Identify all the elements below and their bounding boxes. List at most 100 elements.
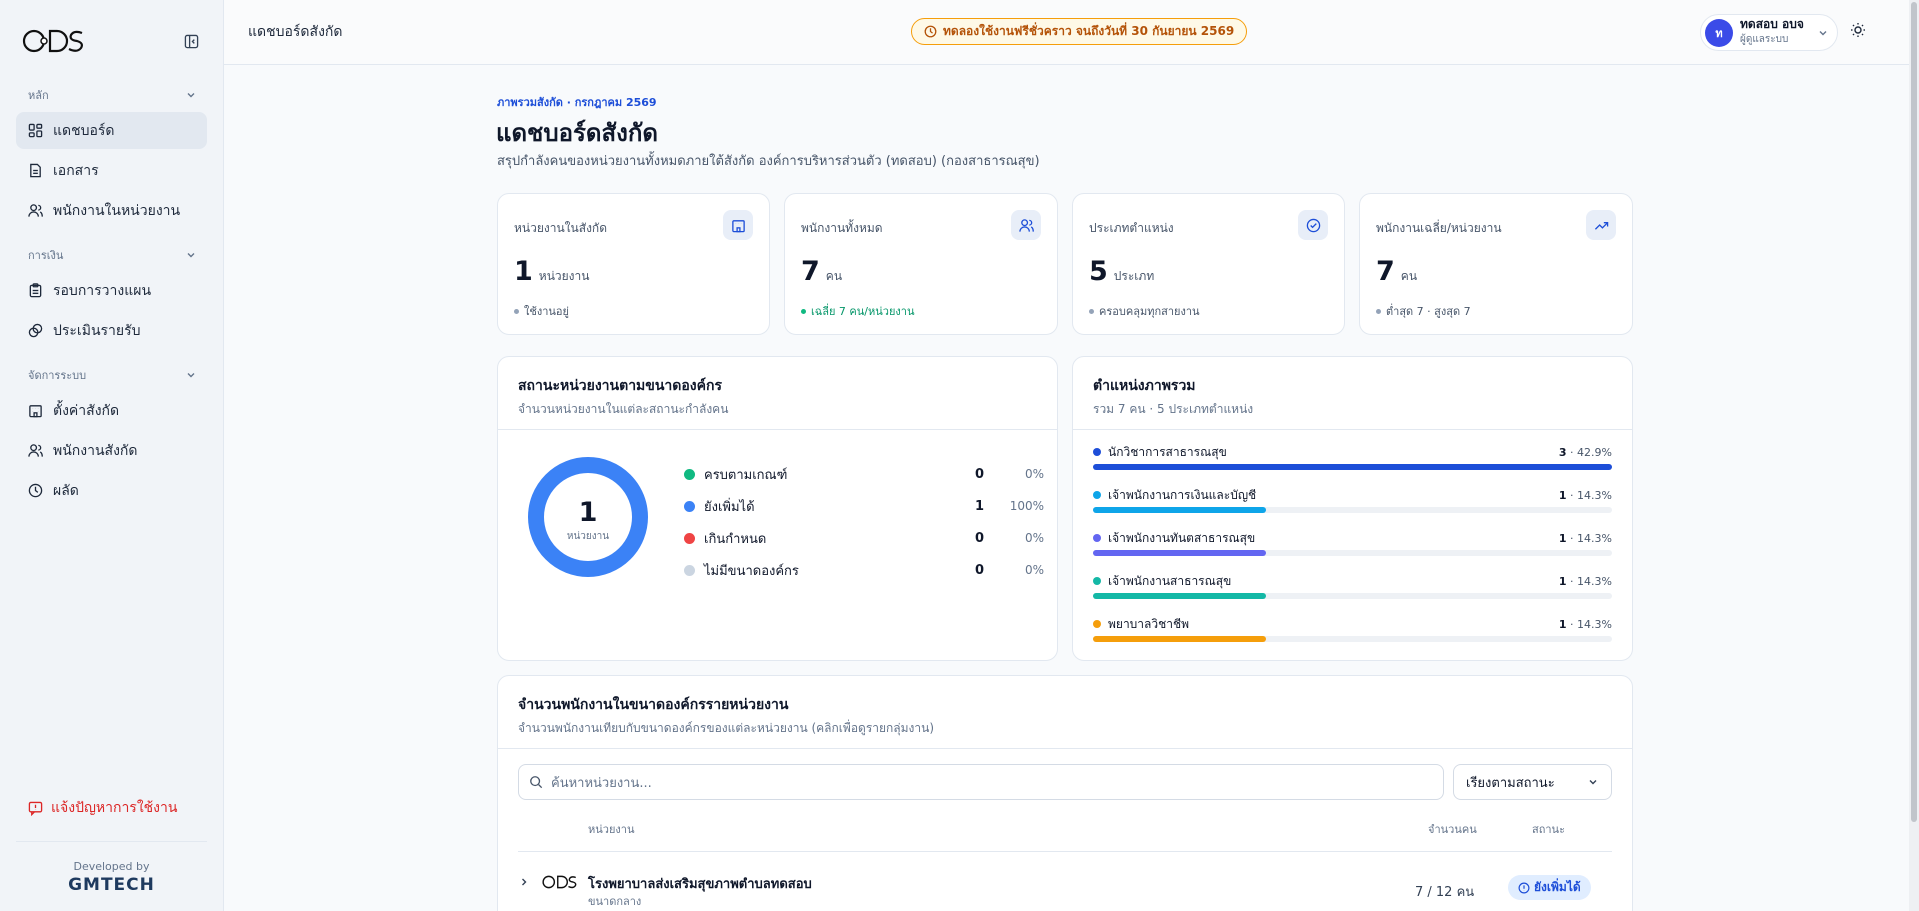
position-label: เจ้าพนักงานสาธารณสุข — [1108, 573, 1232, 588]
sidebar-item-dashboard[interactable]: แดชบอร์ด — [16, 112, 207, 149]
section-main-header[interactable]: หลัก — [0, 84, 223, 106]
position-bar-fill — [1093, 550, 1266, 556]
chevron-down-icon — [187, 253, 195, 258]
position-bar-track — [1093, 593, 1612, 599]
sidebar-item-label: ตั้งค่าสังกัด — [53, 402, 120, 419]
avatar: ท — [1705, 18, 1733, 47]
chevron-down-icon — [187, 93, 195, 98]
section-finance-header[interactable]: การเงิน — [0, 244, 223, 266]
status-dot — [684, 532, 695, 544]
sidebar-item-label: ประเมินรายรับ — [53, 322, 141, 339]
status-dot — [684, 564, 695, 576]
sidebar-footer: Developed by GMTECH — [16, 841, 207, 895]
user-role: ผู้ดูแลระบบ — [1740, 33, 1789, 45]
trending-up-icon — [1586, 210, 1616, 240]
position-bar-fill — [1093, 593, 1266, 599]
ods-logo[interactable] — [22, 28, 86, 54]
stat-card-position-types: ประเภทตำแหน่ง 5 ประเภท ครอบคลุมทุกสายงาน — [1072, 193, 1345, 335]
legend-count: 0 — [974, 530, 984, 546]
legend-label: เกินกำหนด — [704, 531, 767, 547]
theme-toggle-sun-icon[interactable] — [1850, 22, 1866, 42]
column-header-unit: หน่วยงาน — [588, 823, 635, 836]
card-title: ตำแหน่งภาพรวม — [1093, 378, 1196, 394]
donut-value: 1 — [579, 497, 598, 528]
stat-label: พนักงานเฉลี่ย/หน่วยงาน — [1376, 221, 1502, 235]
page-scrollbar[interactable] — [1909, 0, 1919, 911]
page-eyebrow: ภาพรวมสังกัด · กรกฎาคม 2569 — [497, 96, 657, 109]
unit-logo-icon — [542, 875, 577, 889]
clipboard-icon — [29, 283, 42, 298]
topbar: แดชบอร์ดสังกัด ทดลองใช้งานฟรีชั่วคราว จน… — [224, 0, 1919, 65]
stat-note-text: ใช้งานอยู่ — [524, 305, 569, 318]
legend-label: ครบตามเกณฑ์ — [704, 467, 788, 483]
sidebar-item-label: ผลัด — [53, 482, 79, 499]
clock-icon — [28, 483, 43, 498]
position-stat: 1 · 14.3% — [1558, 574, 1612, 588]
coins-icon — [28, 323, 43, 338]
position-count: 1 — [1558, 574, 1567, 588]
developer-brand: GMTECH — [68, 875, 155, 895]
position-label: เจ้าพนักงานทันตสาธารณสุข — [1108, 530, 1256, 545]
card-subtitle: รวม 7 คน · 5 ประเภทตำแหน่ง — [1093, 402, 1254, 416]
unit-staffing-card: จำนวนพนักงานในขนาดองค์กรรายหน่วยงาน จำนว… — [497, 675, 1633, 911]
stat-note-text: เฉลี่ย 7 คน/หน่วยงาน — [811, 305, 915, 318]
sidebar-item-label: พนักงานสังกัด — [53, 442, 138, 459]
chevron-down-icon — [1589, 780, 1597, 785]
position-pct: 42.9% — [1577, 445, 1612, 459]
position-label: พยาบาลวิชาชีพ — [1108, 616, 1190, 631]
position-pct: 14.3% — [1577, 574, 1612, 588]
position-bar-fill — [1093, 636, 1266, 642]
position-bar-track — [1093, 550, 1612, 556]
sidebar-item-revenue-assessment[interactable]: ประเมินรายรับ — [16, 312, 207, 349]
position-dot — [1093, 448, 1101, 456]
stat-value: 7 คน — [801, 256, 842, 287]
alert-message-icon — [28, 801, 43, 816]
position-stat: 1 · 14.3% — [1558, 488, 1612, 502]
document-icon — [30, 163, 41, 178]
position-dot — [1093, 620, 1101, 628]
status-dot — [684, 468, 695, 480]
position-count: 3 — [1558, 445, 1567, 459]
sidebar-item-shifts[interactable]: ผลัด — [16, 472, 207, 509]
position-stat: 1 · 14.3% — [1558, 531, 1612, 545]
page-title: แดชบอร์ดสังกัด — [496, 119, 658, 147]
stat-label: หน่วยงานในสังกัด — [514, 221, 607, 235]
logo-row — [0, 0, 223, 82]
report-issue-link[interactable]: แจ้งปัญหาการใช้งาน — [28, 797, 177, 819]
sort-select[interactable]: เรียงตามสถานะ — [1453, 764, 1612, 800]
column-header-count: จำนวนคน — [1428, 823, 1477, 836]
legend-label: ยังเพิ่มได้ — [704, 499, 755, 515]
status-donut-chart: 1 หน่วยงาน — [528, 457, 648, 577]
sidebar-item-label: เอกสาร — [53, 162, 99, 179]
stat-number: 5 — [1089, 256, 1108, 287]
search-input[interactable]: ค้นหาหน่วยงาน... — [518, 764, 1444, 800]
sidebar-item-planning-rounds[interactable]: รอบการวางแผน — [16, 272, 207, 309]
stat-note: ต่ำสุด 7 · สูงสุด 7 — [1376, 302, 1471, 320]
legend-count: 0 — [974, 466, 984, 482]
sidebar-item-unit-staff[interactable]: พนักงานในหน่วยงาน — [16, 192, 207, 229]
users-icon — [28, 204, 43, 217]
user-name: ทดสอบ อบจ — [1740, 17, 1804, 32]
sidebar-item-documents[interactable]: เอกสาร — [16, 152, 207, 189]
search-icon — [530, 776, 543, 789]
stat-note-text: ครอบคลุมทุกสายงาน — [1099, 305, 1200, 318]
user-menu-button[interactable]: ท ทดสอบ อบจ ผู้ดูแลระบบ — [1700, 14, 1838, 51]
status-legend: ครบตามเกณฑ์ 0 0% ยังเพิ่มได้ 1 100% เกินกำหน… — [684, 458, 1044, 586]
status-badge-label: ยังเพิ่มได้ — [1534, 880, 1581, 894]
chevron-right-icon[interactable] — [518, 876, 530, 888]
section-title: จัดการระบบ — [28, 369, 87, 382]
section-admin-header[interactable]: จัดการระบบ — [0, 364, 223, 386]
chevron-down-icon — [187, 373, 195, 378]
position-row: นักวิชาการสาธารณสุข 3 · 42.9% — [1093, 443, 1612, 486]
card-title: สถานะหน่วยงานตามขนาดองค์กร — [518, 378, 722, 394]
collapse-sidebar-icon[interactable] — [181, 31, 201, 51]
stat-unit: หน่วยงาน — [538, 269, 590, 283]
sidebar-item-affiliation-staff[interactable]: พนักงานสังกัด — [16, 432, 207, 469]
trial-notice-badge: ทดลองใช้งานฟรีชั่วคราว จนถึงวันที่ 30 กั… — [911, 18, 1248, 45]
scrollbar-thumb[interactable] — [1911, 2, 1917, 822]
position-row: เจ้าพนักงานทันตสาธารณสุข 1 · 14.3% — [1093, 529, 1612, 572]
chevron-down-icon — [1819, 30, 1827, 35]
position-pct: 14.3% — [1577, 531, 1612, 545]
sidebar-item-affiliation-settings[interactable]: ตั้งค่าสังกัด — [16, 392, 207, 429]
position-bar-fill — [1093, 507, 1266, 513]
